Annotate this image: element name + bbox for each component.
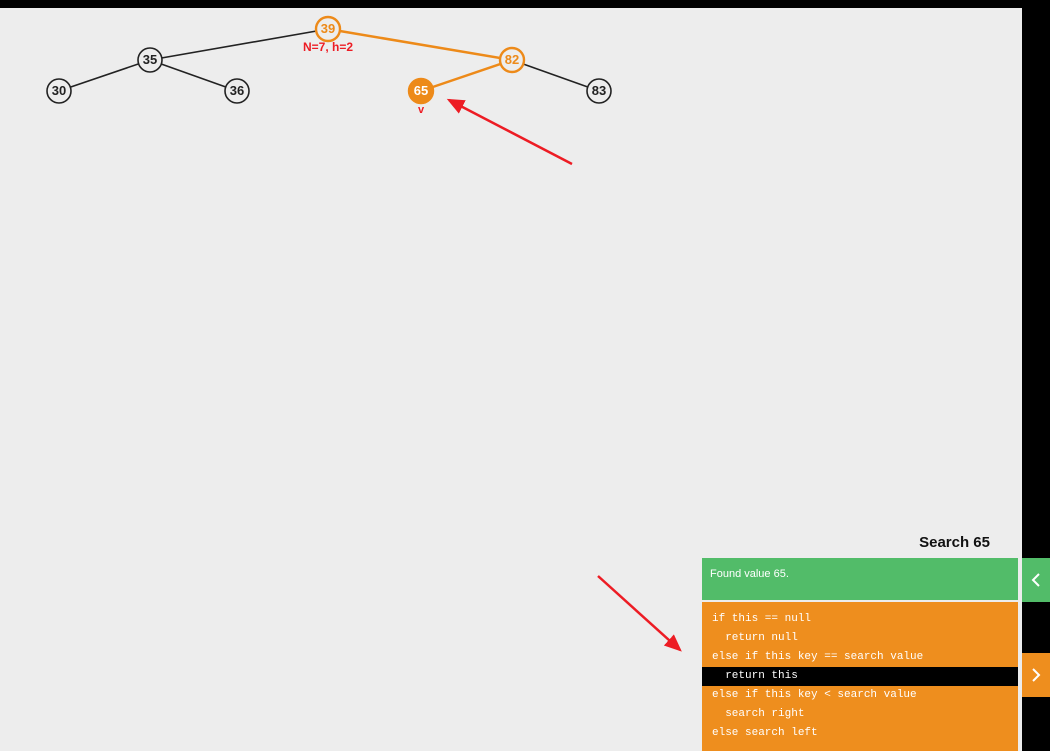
prev-step-button[interactable] <box>1022 558 1050 602</box>
status-message: Found value 65. <box>702 558 1018 600</box>
next-step-button[interactable] <box>1022 653 1050 697</box>
code-line: return this <box>702 667 1018 686</box>
code-line: else if this key == search value <box>702 648 1018 667</box>
code-line: return null <box>702 629 1018 648</box>
pseudocode-panel: if this == null return nullelse if this … <box>702 602 1018 751</box>
code-line: search right <box>702 705 1018 724</box>
code-line: else search left <box>702 724 1018 743</box>
right-sidebar <box>1022 0 1050 751</box>
search-title: Search 65 <box>919 534 990 551</box>
code-line: if this == null <box>702 610 1018 629</box>
canvas-area: 39353036826583N=7, h=2v Search 65 Found … <box>0 0 1022 751</box>
code-line: else if this key < search value <box>702 686 1018 705</box>
